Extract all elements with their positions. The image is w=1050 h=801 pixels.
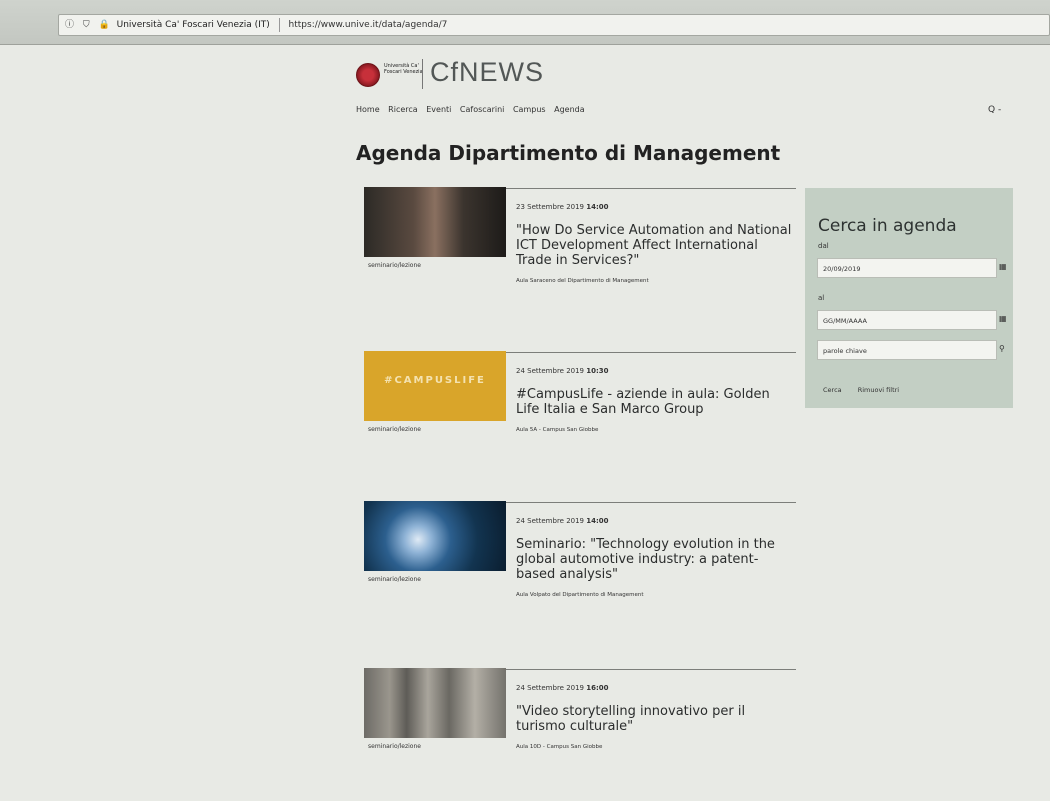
event-time: 14:00 — [586, 517, 609, 525]
event-thumbnail[interactable]: #CAMPUSLIFE — [364, 351, 506, 421]
search-actions: Cerca Rimuovi filtri — [823, 386, 913, 394]
search-toggle-icon[interactable]: Q - — [988, 105, 1001, 115]
nav-home[interactable]: Home — [356, 105, 380, 114]
event-location: Aula 10D - Campus San Giobbe — [516, 744, 603, 750]
event-date: 24 Settembre 2019 14:00 — [516, 517, 792, 525]
thumbnail-text: #CAMPUSLIFE — [384, 375, 486, 386]
lock-icon: 🔒 — [98, 20, 110, 30]
keywords-input[interactable]: parole chiave — [817, 340, 997, 360]
event-type: seminario/lezione — [368, 576, 421, 583]
url-text[interactable]: https://www.unive.it/data/agenda/7 — [289, 20, 448, 30]
event-title[interactable]: "How Do Service Automation and National … — [516, 223, 792, 268]
event-thumbnail[interactable] — [364, 668, 506, 738]
calendar-icon[interactable]: ▦ — [999, 262, 1007, 271]
browser-toolbar: ⓘ ⛉ 🔒 Università Ca' Foscari Venezia (IT… — [0, 0, 1050, 45]
event-location: Aula 5A - Campus San Giobbe — [516, 427, 599, 433]
university-seal-icon — [356, 63, 380, 87]
nav-eventi[interactable]: Eventi — [426, 105, 451, 114]
event-body: 24 Settembre 2019 16:00 "Video storytell… — [516, 684, 792, 750]
event-body: 24 Settembre 2019 10:30 #CampusLife - az… — [516, 367, 792, 433]
event-body: 23 Settembre 2019 14:00 "How Do Service … — [516, 203, 792, 284]
event-thumbnail[interactable] — [364, 187, 506, 257]
page-title: Agenda Dipartimento di Management — [356, 141, 781, 165]
from-date-input[interactable]: 20/09/2019 — [817, 258, 997, 278]
reset-filters-button[interactable]: Rimuovi filtri — [858, 386, 899, 394]
event-item: seminario/lezione 24 Settembre 2019 16:0… — [364, 668, 796, 750]
search-button[interactable]: Cerca — [823, 386, 842, 394]
event-item: seminario/lezione 23 Settembre 2019 14:0… — [364, 187, 796, 284]
main-nav: Home Ricerca Eventi Cafoscarini Campus A… — [356, 105, 591, 114]
event-location: Aula Saraceno del Dipartimento di Manage… — [516, 278, 649, 284]
info-icon[interactable]: ⓘ — [65, 15, 74, 35]
event-time: 16:00 — [586, 684, 609, 692]
event-title[interactable]: #CampusLife - aziende in aula: Golden Li… — [516, 387, 792, 417]
event-type: seminario/lezione — [368, 743, 421, 750]
address-bar[interactable]: ⓘ ⛉ 🔒 Università Ca' Foscari Venezia (IT… — [58, 14, 1050, 36]
nav-campus[interactable]: Campus — [513, 105, 546, 114]
event-date-text: 24 Settembre 2019 — [516, 684, 585, 692]
to-date-input[interactable]: GG/MM/AAAA — [817, 310, 997, 330]
event-location: Aula Volpato del Dipartimento di Managem… — [516, 592, 644, 598]
event-type: seminario/lezione — [368, 426, 421, 433]
agenda-search-panel: Cerca in agenda dal 20/09/2019 ▦ al GG/M… — [805, 188, 1013, 408]
event-time: 10:30 — [586, 367, 609, 375]
event-date: 24 Settembre 2019 10:30 — [516, 367, 792, 375]
nav-ricerca[interactable]: Ricerca — [388, 105, 418, 114]
event-date-text: 24 Settembre 2019 — [516, 517, 585, 525]
address-divider — [278, 17, 280, 32]
event-date: 24 Settembre 2019 16:00 — [516, 684, 792, 692]
event-title[interactable]: "Video storytelling innovativo per il tu… — [516, 704, 792, 734]
nav-agenda[interactable]: Agenda — [554, 105, 585, 114]
event-item: seminario/lezione 24 Settembre 2019 14:0… — [364, 501, 796, 598]
site-identity: Università Ca' Foscari Venezia (IT) — [116, 20, 270, 30]
calendar-icon[interactable]: ▦ — [999, 314, 1007, 323]
logo-divider — [422, 59, 423, 89]
nav-cafoscarini[interactable]: Cafoscarini — [460, 105, 504, 114]
event-item: #CAMPUSLIFE seminario/lezione 24 Settemb… — [364, 351, 796, 433]
event-type: seminario/lezione — [368, 262, 421, 269]
page-content: Università Ca' Foscari Venezia CfNEWS Ho… — [0, 45, 1050, 801]
search-panel-title: Cerca in agenda — [818, 216, 957, 236]
event-date-text: 23 Settembre 2019 — [516, 203, 585, 211]
event-title[interactable]: Seminario: "Technology evolution in the … — [516, 537, 792, 582]
from-date-label: dal — [818, 242, 829, 250]
university-name: Università Ca' Foscari Venezia — [384, 63, 423, 75]
event-date-text: 24 Settembre 2019 — [516, 367, 585, 375]
to-date-label: al — [818, 294, 825, 302]
search-icon[interactable]: ⚲ — [999, 344, 1005, 353]
brand-name: CfNEWS — [430, 57, 544, 87]
event-thumbnail[interactable] — [364, 501, 506, 571]
event-time: 14:00 — [586, 203, 609, 211]
event-body: 24 Settembre 2019 14:00 Seminario: "Tech… — [516, 517, 792, 598]
shield-icon[interactable]: ⛉ — [83, 15, 90, 35]
event-date: 23 Settembre 2019 14:00 — [516, 203, 792, 211]
